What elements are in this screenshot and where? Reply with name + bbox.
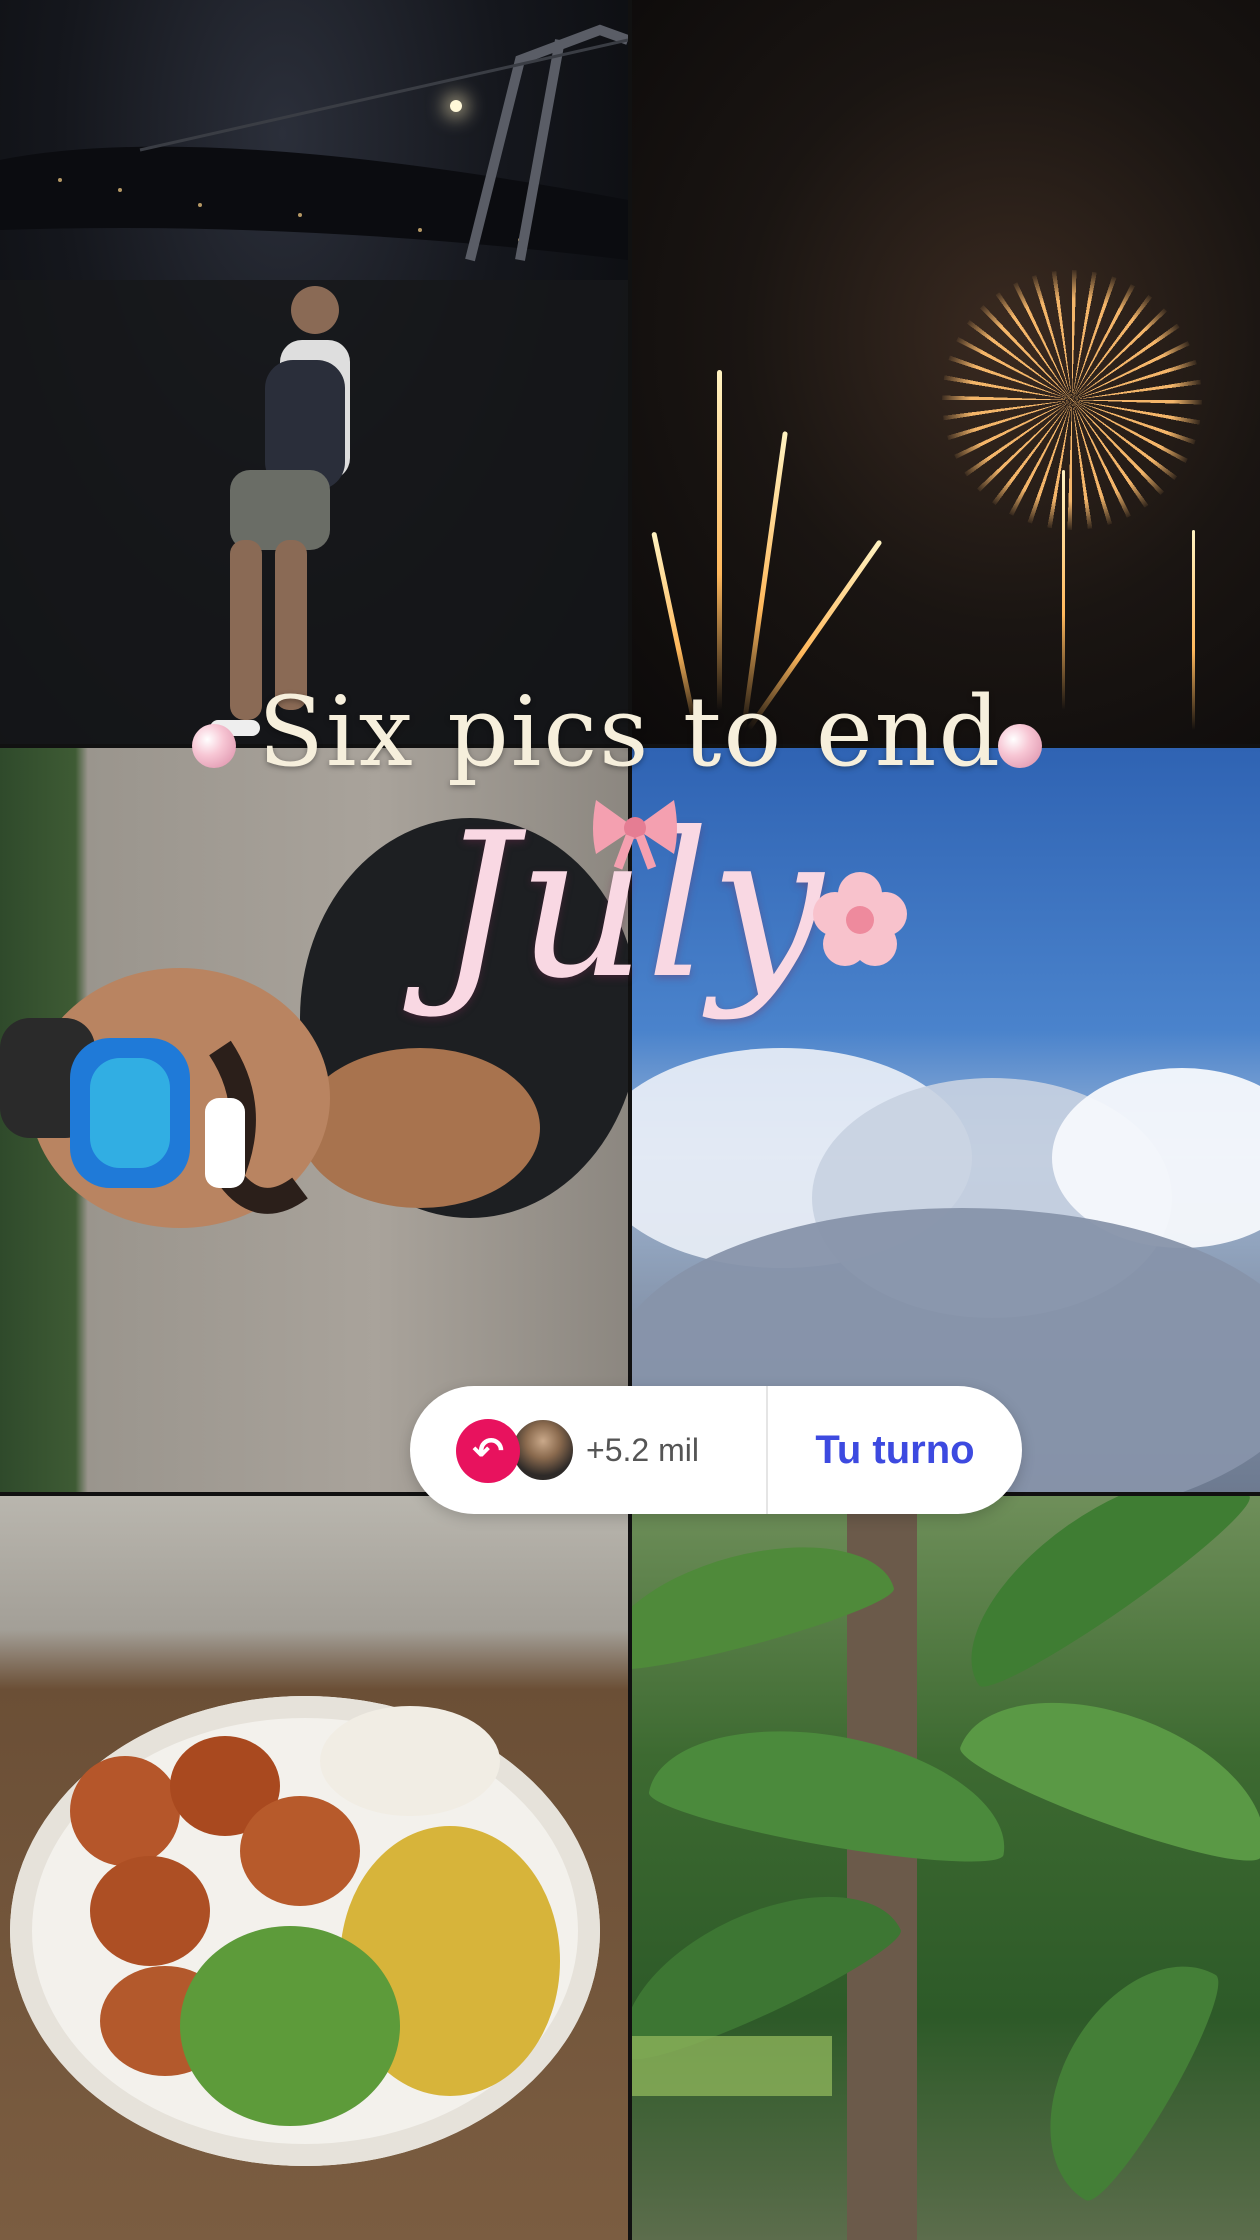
banana-leaf <box>933 1496 1260 1702</box>
add-yours-prompt[interactable]: ↶ +5.2 mil Tu turno <box>410 1386 1022 1514</box>
firework-streak <box>1062 470 1065 710</box>
fried-bite <box>240 1796 360 1906</box>
reply-arrow-icon[interactable]: ↶ <box>456 1419 520 1483</box>
story-collage: Six pics to end July ↶ +5.2 mil Tu turno <box>0 0 1260 2240</box>
photo-banana-plants <box>632 1496 1260 2240</box>
hiker <box>210 286 350 736</box>
bow-icon <box>593 800 677 870</box>
photo-fireworks <box>632 0 1260 744</box>
pearl-ornament-right <box>998 724 1042 768</box>
your-turn-button[interactable]: Tu turno <box>768 1386 1022 1514</box>
flower-icon <box>813 872 907 966</box>
fried-bite <box>90 1856 210 1966</box>
banana-leaf <box>645 1705 1019 1877</box>
banana-leaf <box>1009 1930 1235 2212</box>
firework-burst <box>942 270 1202 530</box>
fried-bite <box>70 1756 180 1866</box>
photo-night-hike <box>0 0 628 744</box>
participant-count: +5.2 mil <box>586 1432 699 1468</box>
lettuce <box>180 1926 400 2126</box>
cheese <box>320 1706 500 1816</box>
photo-food-bowl <box>0 1496 628 2240</box>
firework-streak <box>717 370 722 710</box>
lawn <box>632 2036 832 2096</box>
collage-title-line1: Six pics to end <box>258 676 1002 788</box>
